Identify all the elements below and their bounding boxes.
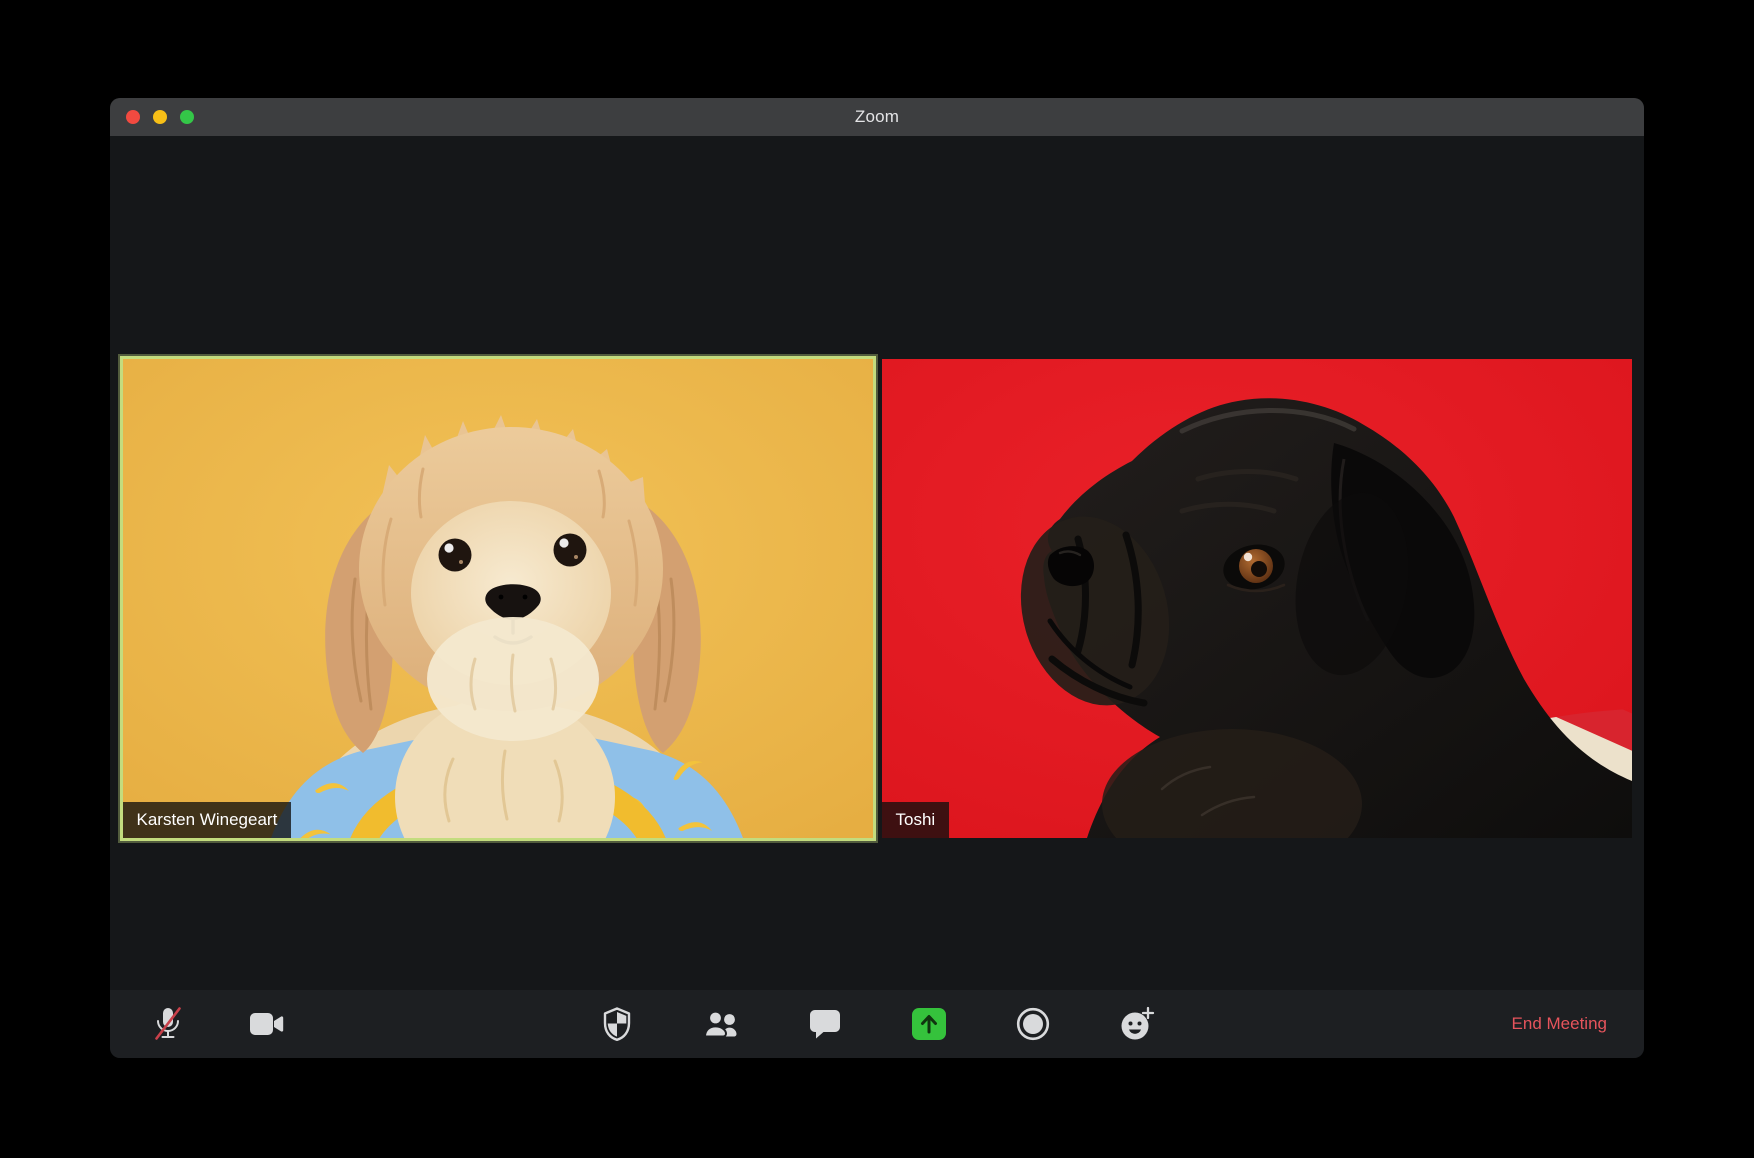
participant-name-label: Toshi — [881, 802, 950, 838]
close-button[interactable] — [126, 110, 140, 124]
desktop: Zoom Karsten Winegeart Toshi End Meeting — [0, 0, 1754, 1158]
traffic-lights — [126, 98, 194, 136]
participant-name-label: Karsten Winegeart — [122, 802, 292, 838]
mute-button[interactable] — [146, 1002, 190, 1046]
share-screen-button[interactable] — [907, 1002, 951, 1046]
record-icon — [1016, 1007, 1050, 1041]
zoom-window: Zoom Karsten Winegeart Toshi End Meeting — [110, 98, 1644, 1058]
video-feed-toshi-pug — [881, 359, 1632, 838]
participants-icon — [703, 1010, 736, 1038]
video-tile-karsten[interactable]: Karsten Winegeart — [119, 356, 876, 841]
toolbar-center-group — [595, 1002, 1159, 1046]
chat-button[interactable] — [803, 1002, 847, 1046]
gallery-view: Karsten Winegeart Toshi — [110, 356, 1644, 841]
share-screen-icon — [912, 1008, 946, 1040]
microphone-muted-icon — [155, 1007, 181, 1040]
toolbar-right-group: End Meeting — [1512, 1008, 1607, 1040]
toolbar-left-group — [146, 1002, 289, 1046]
window-title: Zoom — [854, 107, 900, 126]
video-tile-toshi[interactable]: Toshi — [881, 359, 1632, 838]
meeting-toolbar: End Meeting — [110, 990, 1644, 1058]
chat-bubble-icon — [810, 1009, 840, 1038]
participants-button[interactable] — [699, 1002, 743, 1046]
reactions-button[interactable] — [1115, 1002, 1159, 1046]
end-meeting-button[interactable]: End Meeting — [1512, 1008, 1607, 1040]
video-area: Karsten Winegeart Toshi — [110, 136, 1644, 990]
minimize-button[interactable] — [153, 110, 167, 124]
shield-icon — [603, 1007, 631, 1041]
video-feed-karsten-dog — [122, 359, 873, 838]
security-button[interactable] — [595, 1002, 639, 1046]
maximize-button[interactable] — [180, 110, 194, 124]
video-button[interactable] — [245, 1002, 289, 1046]
titlebar[interactable]: Zoom — [110, 98, 1644, 136]
record-button[interactable] — [1011, 1002, 1055, 1046]
reactions-smiley-icon — [1121, 1006, 1155, 1040]
video-camera-icon — [250, 1013, 284, 1035]
